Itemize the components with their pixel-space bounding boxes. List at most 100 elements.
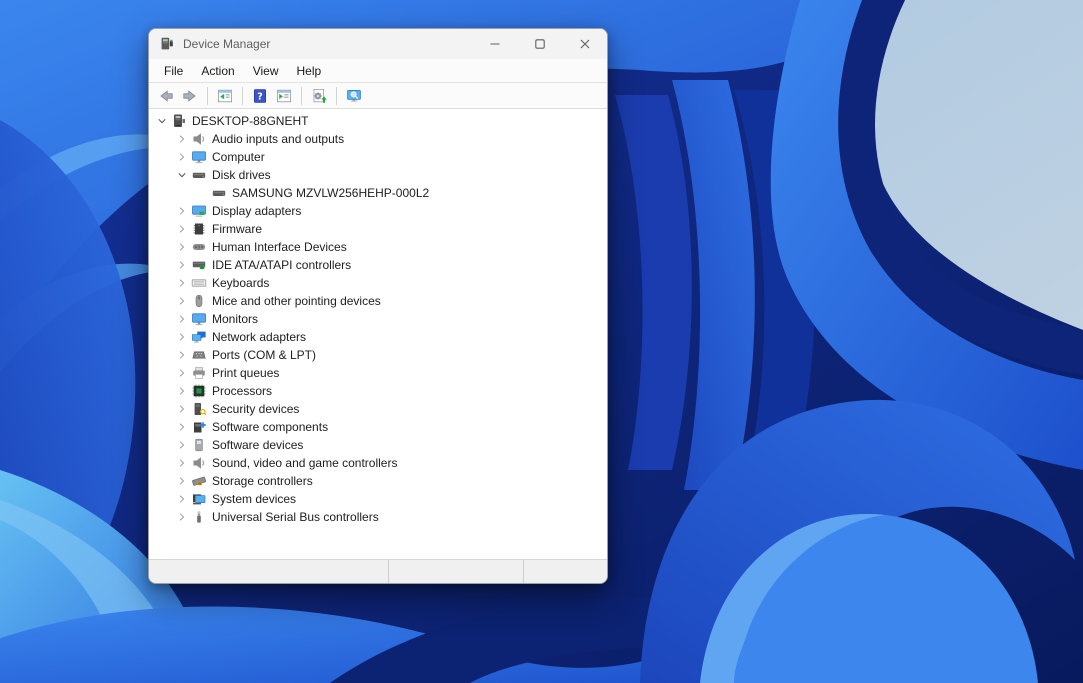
tree-item-label: Sound, video and game controllers bbox=[212, 456, 397, 470]
tree-item-label: Firmware bbox=[212, 222, 262, 236]
tree-row[interactable]: Security devices bbox=[149, 400, 607, 418]
ports-icon bbox=[191, 347, 207, 363]
show-console-tree-button[interactable] bbox=[214, 85, 236, 107]
tree-row[interactable]: Ports (COM & LPT) bbox=[149, 346, 607, 364]
chevron-right-icon[interactable] bbox=[175, 383, 189, 399]
tree-row[interactable]: Print queues bbox=[149, 364, 607, 382]
scan-for-hardware-changes-button[interactable] bbox=[308, 85, 330, 107]
tree-row[interactable]: System devices bbox=[149, 490, 607, 508]
chevron-right-icon[interactable] bbox=[175, 347, 189, 363]
display-adapter-icon bbox=[191, 203, 207, 219]
chevron-right-icon[interactable] bbox=[175, 491, 189, 507]
window-controls bbox=[472, 29, 607, 59]
computer-icon bbox=[171, 113, 187, 129]
cpu-icon bbox=[191, 383, 207, 399]
tree-row[interactable]: Processors bbox=[149, 382, 607, 400]
tree-row[interactable]: DESKTOP-88GNEHT bbox=[149, 112, 607, 130]
action-pane-button[interactable] bbox=[273, 85, 295, 107]
tree-item-label: Print queues bbox=[212, 366, 279, 380]
network-icon bbox=[191, 329, 207, 345]
tree-item-label: IDE ATA/ATAPI controllers bbox=[212, 258, 351, 272]
storage-icon bbox=[191, 473, 207, 489]
close-button[interactable] bbox=[562, 29, 607, 59]
chevron-right-icon[interactable] bbox=[175, 293, 189, 309]
chevron-right-icon[interactable] bbox=[175, 257, 189, 273]
tree-item-label: Processors bbox=[212, 384, 272, 398]
chevron-right-icon[interactable] bbox=[175, 239, 189, 255]
tree-row[interactable]: Disk drives bbox=[149, 166, 607, 184]
firmware-icon bbox=[191, 221, 207, 237]
tree-row[interactable]: SAMSUNG MZVLW256HEHP-000L2 bbox=[149, 184, 607, 202]
tree-item-label: Ports (COM & LPT) bbox=[212, 348, 316, 362]
titlebar: Device Manager bbox=[149, 29, 607, 59]
status-bar bbox=[149, 559, 607, 583]
window-title: Device Manager bbox=[183, 37, 472, 51]
menu-item-action[interactable]: Action bbox=[192, 61, 243, 81]
tree-row[interactable]: Keyboards bbox=[149, 274, 607, 292]
tree-row[interactable]: Human Interface Devices bbox=[149, 238, 607, 256]
usb-icon bbox=[191, 509, 207, 525]
software-component-icon bbox=[191, 419, 207, 435]
search-computer-button[interactable] bbox=[343, 85, 365, 107]
chevron-right-icon[interactable] bbox=[175, 365, 189, 381]
tree-item-label: Disk drives bbox=[212, 168, 271, 182]
action-pane-icon bbox=[276, 88, 292, 104]
tree-row[interactable]: Software components bbox=[149, 418, 607, 436]
monitor-icon bbox=[191, 311, 207, 327]
monitor-icon bbox=[191, 149, 207, 165]
chevron-right-icon[interactable] bbox=[175, 131, 189, 147]
help-button[interactable]: ? bbox=[249, 85, 271, 107]
device-tree: DESKTOP-88GNEHT Audio inputs and outputs C… bbox=[149, 112, 607, 526]
tree-row[interactable]: Software devices bbox=[149, 436, 607, 454]
chevron-right-icon[interactable] bbox=[175, 419, 189, 435]
chevron-right-icon[interactable] bbox=[175, 203, 189, 219]
tree-item-label: Universal Serial Bus controllers bbox=[212, 510, 379, 524]
menu-item-help[interactable]: Help bbox=[288, 61, 331, 81]
tree-row[interactable]: IDE ATA/ATAPI controllers bbox=[149, 256, 607, 274]
disk-icon bbox=[191, 167, 207, 183]
tree-row[interactable]: Sound, video and game controllers bbox=[149, 454, 607, 472]
tree-row[interactable]: Storage controllers bbox=[149, 472, 607, 490]
maximize-button[interactable] bbox=[517, 29, 562, 59]
security-icon bbox=[191, 401, 207, 417]
chevron-right-icon[interactable] bbox=[175, 329, 189, 345]
device-tree-panel: DESKTOP-88GNEHT Audio inputs and outputs C… bbox=[149, 109, 607, 559]
software-device-icon bbox=[191, 437, 207, 453]
tree-row[interactable]: Universal Serial Bus controllers bbox=[149, 508, 607, 526]
chevron-right-icon[interactable] bbox=[175, 401, 189, 417]
chevron-down-icon[interactable] bbox=[175, 167, 189, 183]
chevron-right-icon[interactable] bbox=[175, 275, 189, 291]
tree-item-label: DESKTOP-88GNEHT bbox=[192, 114, 308, 128]
chevron-right-icon[interactable] bbox=[175, 455, 189, 471]
close-icon bbox=[579, 38, 591, 50]
chevron-right-icon[interactable] bbox=[175, 509, 189, 525]
tree-row[interactable]: Display adapters bbox=[149, 202, 607, 220]
chevron-right-icon[interactable] bbox=[175, 311, 189, 327]
chevron-right-icon[interactable] bbox=[175, 149, 189, 165]
maximize-icon bbox=[534, 38, 546, 50]
forward-button[interactable] bbox=[179, 85, 201, 107]
tree-row[interactable]: Audio inputs and outputs bbox=[149, 130, 607, 148]
scan-hardware-icon bbox=[311, 88, 327, 104]
svg-text:?: ? bbox=[257, 91, 263, 102]
ide-icon bbox=[191, 257, 207, 273]
tree-item-label: Computer bbox=[212, 150, 265, 164]
hid-icon bbox=[191, 239, 207, 255]
menu-item-file[interactable]: File bbox=[155, 61, 192, 81]
status-segment bbox=[523, 560, 607, 583]
chevron-right-icon[interactable] bbox=[175, 221, 189, 237]
sound-icon bbox=[191, 455, 207, 471]
tree-row[interactable]: Network adapters bbox=[149, 328, 607, 346]
tree-row[interactable]: Monitors bbox=[149, 310, 607, 328]
chevron-down-icon[interactable] bbox=[155, 113, 169, 129]
back-button[interactable] bbox=[155, 85, 177, 107]
tree-item-label: Audio inputs and outputs bbox=[212, 132, 344, 146]
tree-row[interactable]: Mice and other pointing devices bbox=[149, 292, 607, 310]
tree-row[interactable]: Computer bbox=[149, 148, 607, 166]
menu-item-view[interactable]: View bbox=[244, 61, 288, 81]
chevron-right-icon[interactable] bbox=[175, 473, 189, 489]
chevron-right-icon[interactable] bbox=[175, 437, 189, 453]
minimize-button[interactable] bbox=[472, 29, 517, 59]
search-computer-icon bbox=[346, 88, 362, 104]
tree-row[interactable]: Firmware bbox=[149, 220, 607, 238]
